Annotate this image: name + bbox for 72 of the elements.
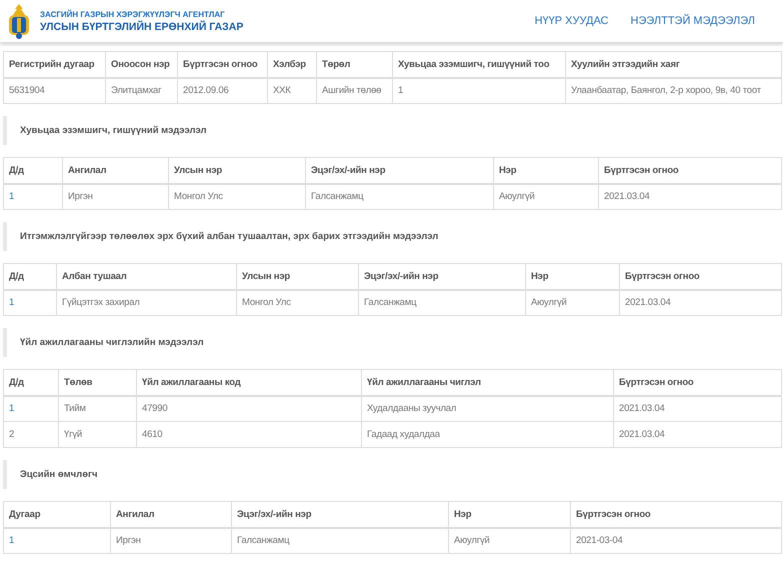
column-header: Төлөв (58, 370, 136, 396)
table-cell: 2021.03.04 (614, 396, 782, 422)
column-header: Д/д (4, 158, 62, 184)
table-cell: Монгол Улс (168, 184, 306, 210)
table-cell: 2012.09.06 (178, 78, 268, 104)
table-cell: Галсанжамц (358, 290, 526, 316)
table-cell: 2021.03.04 (598, 184, 782, 210)
section-heading: Хувьцаа эзэмшигч, гишүүний мэдээлэл (3, 116, 781, 145)
agency-name: ЗАСГИЙН ГАЗРЫН ХЭРЭГЖҮҮЛЭГЧ АГЕНТЛАГ (40, 10, 226, 18)
column-header: Үйл ажиллагааны код (136, 370, 362, 396)
section-heading: Эцсийн өмчлөгч (3, 460, 781, 489)
nav-link[interactable]: НЭЭЛТТЭЙ МЭДЭЭЛЭЛ (630, 15, 755, 27)
table-cell: 2 (4, 422, 58, 448)
column-header: Бүртгэсэн огноо (598, 158, 782, 184)
emblem-logo (6, 3, 32, 39)
table-cell: Аюулгүй (448, 528, 570, 554)
table-cell: 1 (392, 78, 566, 104)
table-cell: Тийм (58, 396, 136, 422)
table-cell: ХХК (268, 78, 316, 104)
column-header: Д/д (4, 370, 58, 396)
table-cell: Худалдааны зуучлал (362, 396, 614, 422)
section-heading: Үйл ажиллагааны чиглэлийн мэдээлэл (3, 328, 781, 357)
column-header: Ангилал (62, 158, 168, 184)
table-cell: Гүйцэтгэх захирал (56, 290, 236, 316)
column-header: Нэр (448, 502, 570, 528)
column-header: Бүртгэсэн огноо (178, 52, 268, 78)
table-cell: Галсанжамц (306, 184, 494, 210)
table-cell: Улаанбаатар, Баянгол, 2-р хороо, 9в, 40 тоот (566, 78, 782, 104)
table-cell: Гадаад худалдаа (362, 422, 614, 448)
column-header: Хуулийн этгээдийн хаяг (566, 52, 782, 78)
column-header: Эцэг/эх/-ийн нэр (306, 158, 494, 184)
column-header: Төрөл (316, 52, 392, 78)
table-cell: 2021.03.04 (620, 290, 782, 316)
table-cell: Аюулгүй (494, 184, 598, 210)
column-header: Эцэг/эх/-ийн нэр (232, 502, 448, 528)
nav-link[interactable]: НҮҮР ХУУДАС (534, 15, 608, 27)
column-header: Дугаар (4, 502, 110, 528)
table-cell: Үгүй (58, 422, 136, 448)
table-cell: Монгол Улс (236, 290, 358, 316)
table-cell[interactable]: 1 (4, 184, 62, 210)
site-title: УЛСЫН БҮРТГЭЛИЙН ЕРӨНХИЙ ГАЗАР (40, 20, 244, 32)
table-cell: 47990 (136, 396, 362, 422)
section-heading: Итгэмжлэлгүйгээр төлөөлөх эрх бүхий албан тушаалтан, эрх барих этгээдийн мэдээлэл (3, 222, 781, 251)
column-header: Улсын нэр (168, 158, 306, 184)
column-header: Бүртгэсэн огноо (620, 264, 782, 290)
column-header: Регистрийн дугаар (4, 52, 106, 78)
table-cell: 2021.03.04 (614, 422, 782, 448)
column-header: Эцэг/эх/-ийн нэр (358, 264, 526, 290)
table-cell: Галсанжамц (232, 528, 448, 554)
table-cell: Иргэн (62, 184, 168, 210)
column-header: Хувьцаа эзэмшигч, гишүүний тоо (392, 52, 566, 78)
column-header: Албан тушаал (56, 264, 236, 290)
table-cell[interactable]: 1 (4, 528, 110, 554)
column-header: Нэр (494, 158, 598, 184)
table-cell: 5631904 (4, 78, 106, 104)
column-header: Оноосон нэр (106, 52, 178, 78)
column-header: Ангилал (110, 502, 232, 528)
column-header: Д/д (4, 264, 56, 290)
table-cell: Аюулгүй (526, 290, 620, 316)
table-cell: 4610 (136, 422, 362, 448)
column-header: Хэлбэр (268, 52, 316, 78)
table-cell[interactable]: 1 (4, 290, 56, 316)
column-header: Үйл ажиллагааны чиглэл (362, 370, 614, 396)
column-header: Бүртгэсэн огноо (570, 502, 782, 528)
column-header: Нэр (526, 264, 620, 290)
table-cell: Ашгийн төлөө (316, 78, 392, 104)
table-cell: 2021-03-04 (570, 528, 782, 554)
column-header: Бүртгэсэн огноо (614, 370, 782, 396)
column-header: Улсын нэр (236, 264, 358, 290)
table-cell: Элитцамхаг (106, 78, 178, 104)
table-cell[interactable]: 1 (4, 396, 58, 422)
table-cell: Иргэн (110, 528, 232, 554)
